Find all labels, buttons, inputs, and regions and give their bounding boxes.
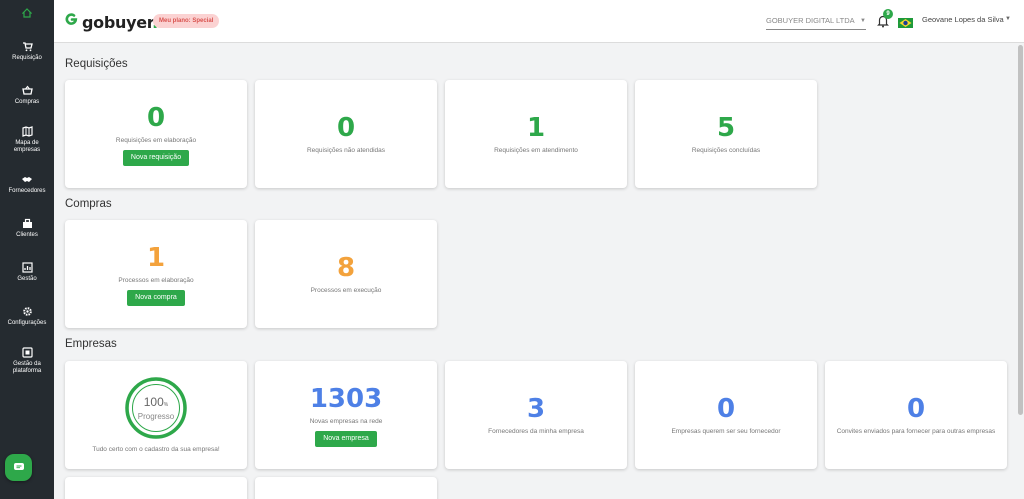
stat-label: Convites enviados para fornecer para out…: [836, 428, 996, 435]
sidebar-item-gestao[interactable]: Gestão: [0, 261, 54, 283]
stat-value: 0: [146, 102, 166, 133]
sidebar-item-requisicao[interactable]: Requisição: [0, 40, 54, 62]
stat-value: 3: [526, 394, 546, 424]
card-novas-empresas: 1303 Novas empresas na rede Nova empresa: [255, 361, 437, 469]
stat-label: Requisições concluídas: [691, 147, 761, 154]
sidebar-item-label: Gestão: [17, 276, 37, 282]
card-requisicoes-elaboracao: 0 Requisições em elaboração Nova requisi…: [65, 80, 247, 188]
card-fornecedores[interactable]: 3 Fornecedores da minha empresa: [445, 361, 627, 469]
basket-icon: [21, 84, 33, 96]
topbar: gobuyer. Meu plano: Special GOBUYER DIGI…: [54, 0, 1024, 43]
progress-label: Progresso: [137, 411, 175, 421]
card-partial: [65, 477, 247, 499]
platform-icon: [21, 346, 33, 358]
stat-label: Processos em execução: [310, 287, 382, 294]
plan-badge[interactable]: Meu plano: Special: [153, 14, 220, 28]
progress-unit: %: [163, 401, 169, 408]
company-select[interactable]: GOBUYER DIGITAL LTDA ▼: [766, 14, 866, 30]
sidebar-item-label: Configurações: [7, 320, 47, 326]
card-partial: [255, 477, 437, 499]
user-menu-chevron-icon[interactable]: ▼: [1005, 16, 1011, 22]
stat-value: 1: [526, 113, 546, 143]
chart-icon: [21, 261, 33, 273]
card-processos-execucao[interactable]: 8 Processos em execução: [255, 220, 437, 328]
gear-icon: [21, 305, 33, 317]
sidebar-item-clientes[interactable]: Clientes: [0, 217, 54, 239]
gobuyer-logo-icon: [64, 12, 79, 32]
stat-value: 1303: [309, 383, 383, 414]
nova-compra-button[interactable]: Nova compra: [127, 289, 185, 306]
scrollbar-thumb[interactable]: [1018, 45, 1023, 415]
chat-button[interactable]: [5, 454, 32, 481]
stat-value: 1: [146, 242, 166, 273]
sidebar-item-label: Gestão da plataforma: [12, 361, 42, 374]
progress-value: 100: [143, 394, 164, 409]
stat-value: 0: [336, 113, 356, 143]
logo-text: gobuyer: [82, 12, 153, 32]
stat-label: Novas empresas na rede: [309, 417, 383, 425]
stat-value: 5: [716, 113, 736, 143]
section-title-compras: Compras: [65, 198, 112, 210]
section-title-requisicoes: Requisições: [65, 58, 128, 70]
cart-icon: [21, 40, 33, 52]
stat-label: Processos em elaboração: [118, 276, 194, 284]
stat-label: Fornecedores da minha empresa: [488, 428, 584, 435]
stat-label: Empresas querem ser seu fornecedor: [671, 428, 781, 435]
brazil-flag-icon[interactable]: [898, 15, 913, 28]
building-icon: [21, 217, 33, 229]
sidebar-item-label: Clientes: [16, 232, 38, 238]
stat-value: 0: [906, 394, 926, 424]
card-convites-enviados[interactable]: 0 Convites enviados para fornecer para o…: [825, 361, 1007, 469]
sidebar-item-label: Mapa de empresas: [13, 140, 41, 153]
sidebar-item-label: Fornecedores: [8, 188, 46, 194]
card-progresso-cadastro: 100% Progresso Tudo certo com o cadastro…: [65, 361, 247, 469]
sidebar-item-label: Compras: [14, 99, 40, 105]
sidebar-item-compras[interactable]: Compras: [0, 84, 54, 106]
sidebar: Requisição Compras Mapa de empresas Forn…: [0, 0, 54, 499]
stat-label: Requisições não atendidas: [306, 147, 386, 154]
sidebar-item-fornecedores[interactable]: Fornecedores: [0, 173, 54, 195]
card-requisicoes-atendimento[interactable]: 1 Requisições em atendimento: [445, 80, 627, 188]
notification-badge: 9: [883, 9, 893, 19]
map-icon: [21, 125, 33, 137]
handshake-icon: [21, 173, 33, 185]
stat-value: 0: [716, 394, 736, 424]
progress-caption: Tudo certo com o cadastro da sua empresa…: [92, 446, 220, 453]
nova-requisicao-button[interactable]: Nova requisição: [122, 149, 190, 166]
logo[interactable]: gobuyer.: [64, 12, 158, 32]
sidebar-item-label: Requisição: [12, 55, 42, 61]
company-select-value: GOBUYER DIGITAL LTDA: [766, 16, 855, 25]
chevron-down-icon: ▼: [860, 18, 866, 24]
card-processos-elaboracao: 1 Processos em elaboração Nova compra: [65, 220, 247, 328]
stat-label: Requisições em atendimento: [494, 147, 578, 154]
user-name[interactable]: Geovane Lopes da Silva: [922, 15, 1004, 24]
sidebar-item-configuracoes[interactable]: Configurações: [0, 305, 54, 327]
stat-value: 8: [336, 253, 356, 283]
sidebar-item-gestao-plataforma[interactable]: Gestão da plataforma: [0, 346, 54, 375]
sidebar-item-mapa[interactable]: Mapa de empresas: [0, 125, 54, 154]
card-requisicoes-concluidas[interactable]: 5 Requisições concluídas: [635, 80, 817, 188]
nova-empresa-button[interactable]: Nova empresa: [315, 430, 377, 447]
stat-label: Requisições em elaboração: [115, 136, 197, 144]
card-requisicoes-nao-atendidas[interactable]: 0 Requisições não atendidas: [255, 80, 437, 188]
progress-ring: 100% Progresso: [124, 376, 188, 440]
chat-icon: [13, 459, 25, 477]
home-icon[interactable]: [0, 0, 54, 26]
card-querem-ser-fornecedor[interactable]: 0 Empresas querem ser seu fornecedor: [635, 361, 817, 469]
section-title-empresas: Empresas: [65, 338, 117, 350]
